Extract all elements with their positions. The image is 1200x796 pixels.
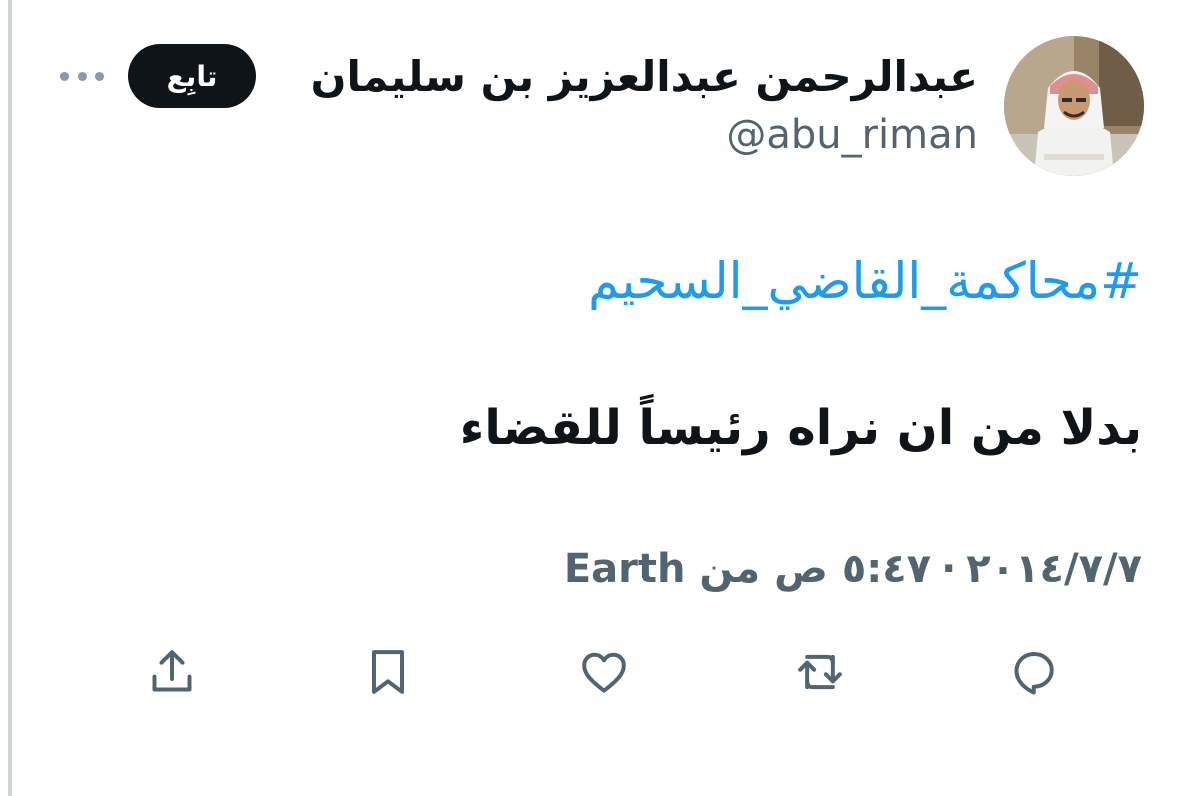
display-name[interactable]: عبدالرحمن عبدالعزيز بن سليمان bbox=[311, 52, 978, 101]
follow-button[interactable]: تابِع bbox=[128, 44, 256, 108]
retweet-button[interactable] bbox=[790, 642, 850, 702]
tweet-text: بدلا من ان نراه رئيساً للقضاء bbox=[459, 400, 1142, 456]
more-dot bbox=[77, 71, 87, 81]
tweet-meta: ٢٠١٤/٧/٧·٥:٤٧ ص من Earth bbox=[564, 546, 1142, 592]
avatar[interactable] bbox=[1004, 36, 1144, 176]
tweet-source: من Earth bbox=[563, 546, 761, 592]
tweet-card: عبدالرحمن عبدالعزيز بن سليمان @abu_riman… bbox=[0, 0, 1200, 796]
tweet-time[interactable]: ٥:٤٧ ص bbox=[774, 546, 931, 592]
user-handle[interactable]: @abu_riman bbox=[726, 112, 978, 158]
heart-icon bbox=[582, 652, 626, 693]
bookmark-button[interactable] bbox=[358, 642, 418, 702]
reply-icon bbox=[1014, 652, 1054, 695]
reply-button[interactable] bbox=[1004, 642, 1064, 702]
hashtag-link[interactable]: #محاكمة_القاضي_السحيم bbox=[588, 252, 1142, 310]
more-dot bbox=[60, 71, 69, 81]
tweet-date[interactable]: ٢٠١٤/٧/٧ bbox=[966, 546, 1142, 592]
bookmark-icon bbox=[372, 650, 404, 694]
like-button[interactable] bbox=[574, 642, 634, 702]
more-icon[interactable] bbox=[60, 64, 104, 88]
share-icon bbox=[152, 650, 192, 692]
more-dot bbox=[95, 71, 104, 81]
meta-separator: · bbox=[941, 546, 957, 592]
thread-divider bbox=[8, 0, 12, 796]
retweet-icon bbox=[798, 654, 842, 690]
share-button[interactable] bbox=[142, 642, 202, 702]
